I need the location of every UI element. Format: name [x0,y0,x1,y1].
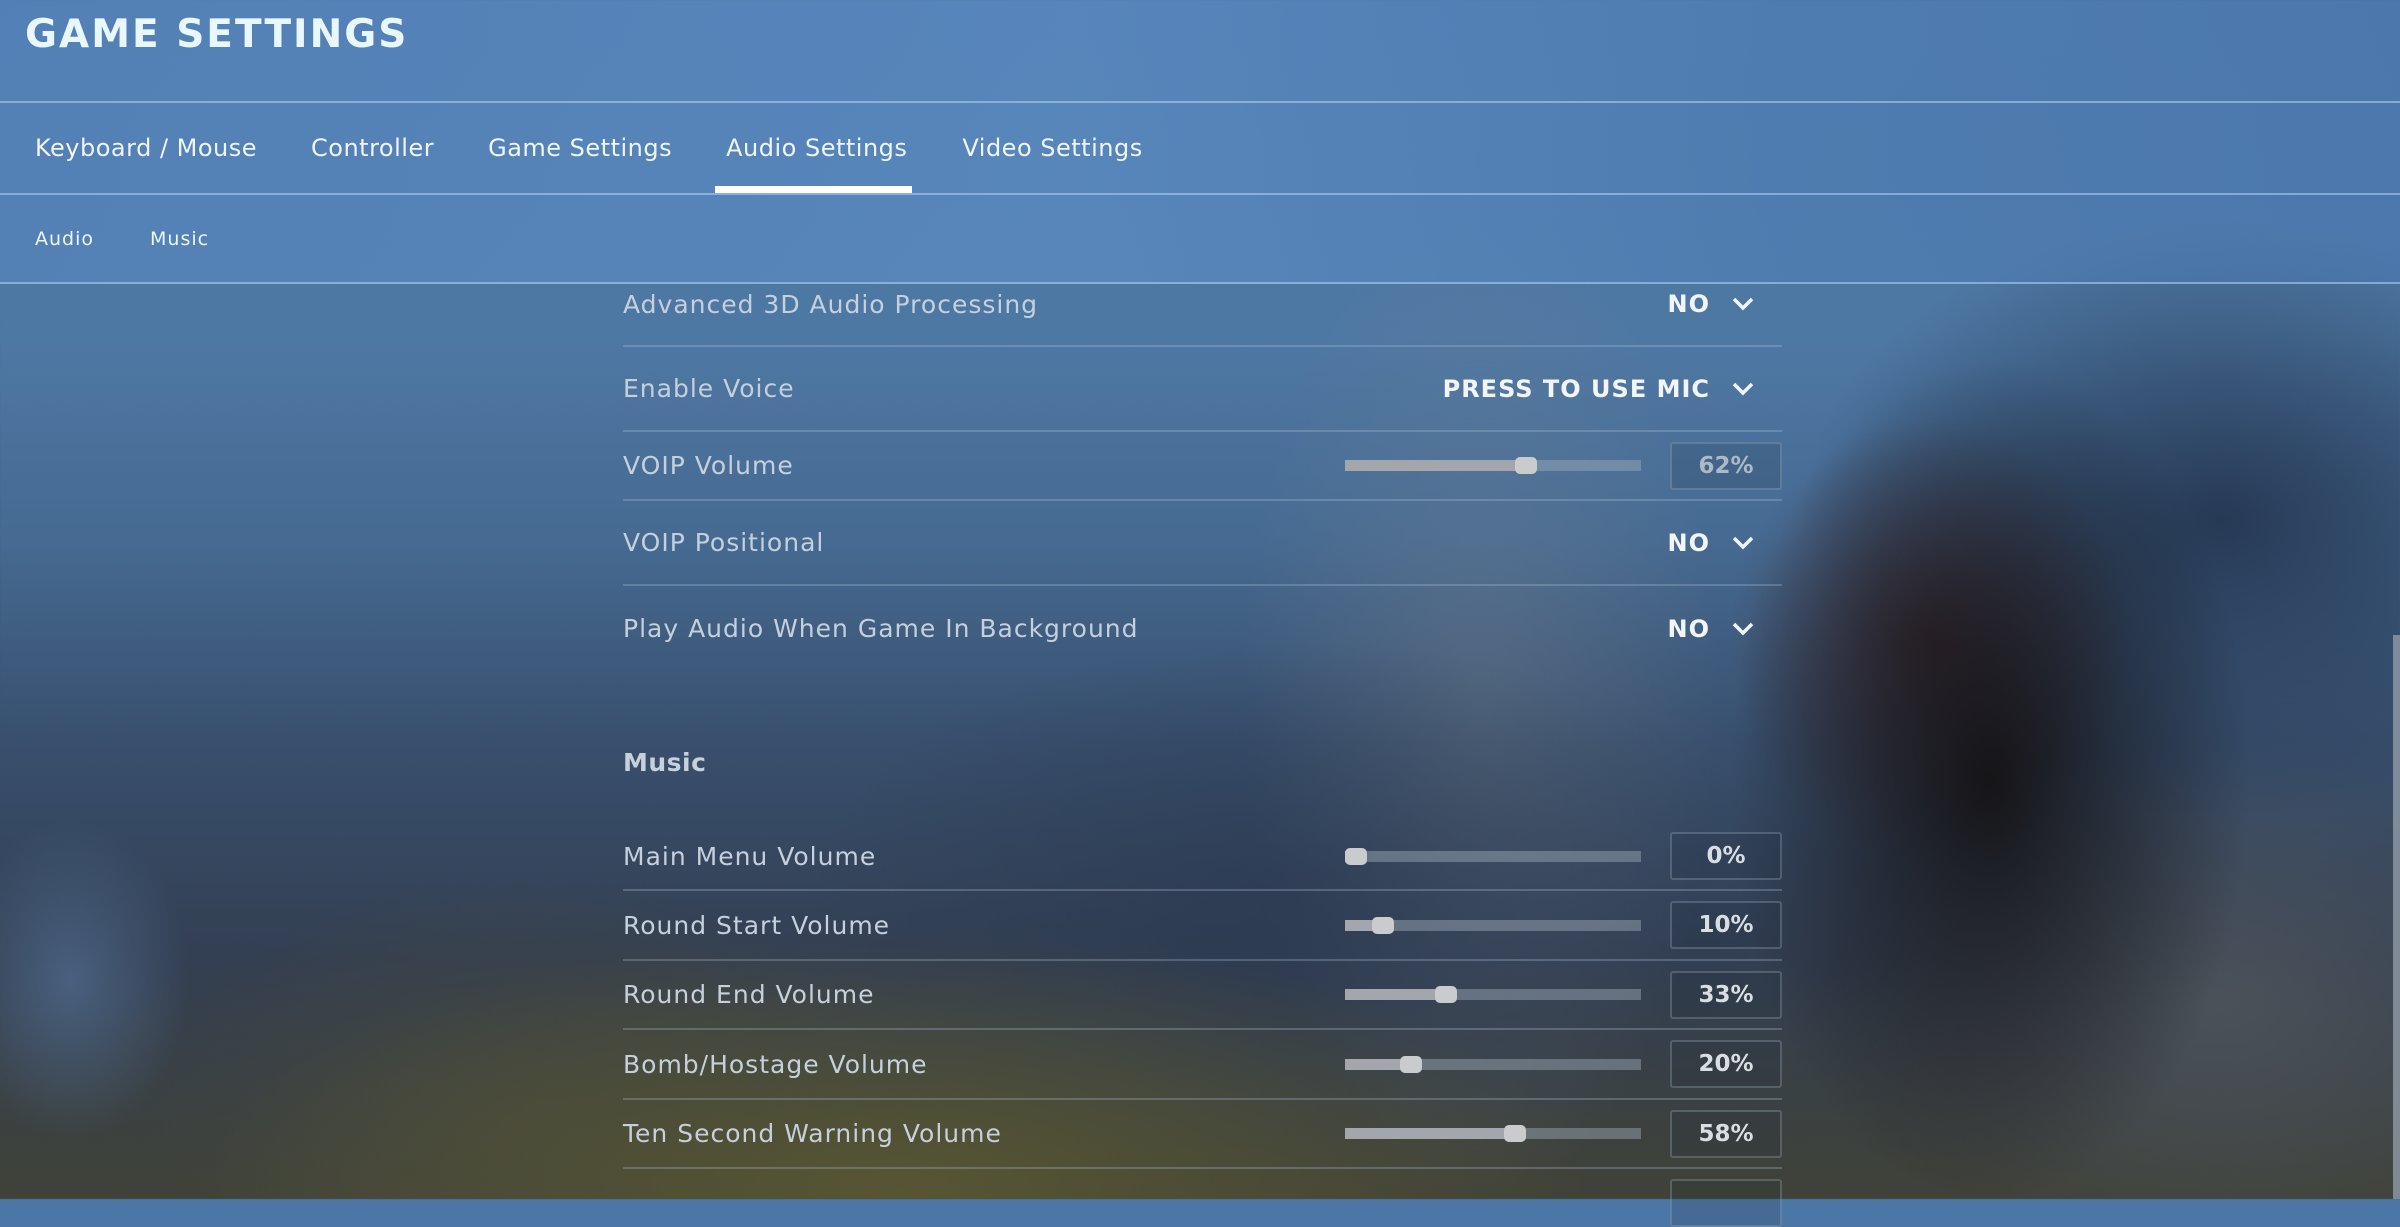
voip-volume-value[interactable]: 62% [1670,441,1782,490]
slider-fill [1345,460,1526,471]
setting-label: Enable Voice [623,374,795,403]
slider-thumb[interactable] [1435,986,1458,1003]
main-menu-volume-value[interactable]: 0% [1670,832,1782,880]
slider-thumb[interactable] [1503,1125,1526,1142]
chevron-down-icon [1732,382,1754,395]
setting-row-round-start-volume: Round Start Volume 10% [623,891,1782,961]
tab-video-settings[interactable]: Video Settings [962,103,1142,193]
setting-label: Advanced 3D Audio Processing [623,290,1039,319]
slider-thumb[interactable] [1345,847,1367,865]
scrollbar-thumb[interactable] [2393,635,2400,1199]
setting-label: VOIP Volume [623,451,794,480]
tab-controller[interactable]: Controller [311,103,434,193]
setting-row-voip-volume: VOIP Volume 62% [623,432,1782,501]
slider-fill [1345,989,1447,1000]
dropdown-value: PRESS TO USE MIC [1442,374,1710,403]
main-tabs: Keyboard / Mouse Controller Game Setting… [0,103,1143,193]
setting-label: Round Start Volume [623,910,891,940]
dropdown-value: NO [1667,528,1710,557]
setting-row-ten-second-warning-volume: Ten Second Warning Volume 58% [623,1100,1782,1169]
setting-row-enable-voice: Enable Voice PRESS TO USE MIC [623,347,1782,432]
partial-row-control [1641,1179,1782,1227]
ten-second-warning-volume-control: 58% [1345,1109,1782,1158]
setting-row-play-audio-background: Play Audio When Game In Background NO [623,586,1782,671]
round-start-volume-slider[interactable] [1345,916,1641,934]
subtab-audio[interactable]: Audio [35,228,94,250]
partial-row-value-box[interactable] [1670,1179,1782,1227]
voip-positional-dropdown[interactable]: NO [1668,529,1755,557]
setting-label: Play Audio When Game In Background [623,614,1139,643]
slider-thumb[interactable] [1514,457,1537,474]
dropdown-value: NO [1667,290,1710,318]
chevron-down-icon [1732,297,1754,311]
round-start-volume-control: 10% [1345,901,1782,949]
voip-volume-control: 62% [1345,441,1782,490]
round-end-volume-value[interactable]: 33% [1670,970,1782,1019]
setting-label: VOIP Positional [623,528,825,557]
voip-volume-slider[interactable] [1345,457,1641,474]
enable-voice-dropdown[interactable]: PRESS TO USE MIC [1443,375,1754,403]
setting-row-voip-positional: VOIP Positional NO [623,501,1782,586]
sub-tabs: Audio Music [0,193,209,284]
main-menu-volume-slider[interactable] [1345,847,1641,865]
tab-audio-settings[interactable]: Audio Settings [715,103,913,193]
ten-second-warning-volume-value[interactable]: 58% [1670,1109,1782,1158]
setting-label: Round End Volume [623,980,875,1009]
tabs-divider [0,193,2400,195]
ten-second-warning-volume-slider[interactable] [1345,1125,1641,1142]
section-title-music: Music [623,748,707,777]
play-audio-background-dropdown[interactable]: NO [1668,615,1755,643]
tab-game-settings[interactable]: Game Settings [488,103,672,193]
slider-thumb[interactable] [1372,916,1395,934]
slider-fill [1345,1128,1515,1139]
slider-thumb[interactable] [1399,1055,1422,1073]
round-end-volume-control: 33% [1345,970,1782,1019]
tab-keyboard-mouse[interactable]: Keyboard / Mouse [35,103,257,193]
settings-list: Advanced 3D Audio Processing NO Enable V… [623,284,1782,1227]
setting-label: Main Menu Volume [623,841,877,871]
setting-row-round-end-volume: Round End Volume 33% [623,961,1782,1030]
chevron-down-icon [1732,536,1754,549]
round-start-volume-value[interactable]: 10% [1670,901,1782,949]
setting-row-bomb-hostage-volume: Bomb/Hostage Volume 20% [623,1030,1782,1100]
chevron-down-icon [1732,622,1754,635]
page-title: GAME SETTINGS [25,12,409,57]
setting-label: Bomb/Hostage Volume [623,1049,928,1079]
main-menu-volume-control: 0% [1345,832,1782,880]
setting-row-advanced-3d-audio: Advanced 3D Audio Processing NO [623,284,1782,347]
music-section-header: Music [623,671,1782,819]
setting-row-main-menu-volume: Main Menu Volume 0% [623,819,1782,891]
setting-row-partial [623,1169,1782,1227]
bomb-hostage-volume-control: 20% [1345,1040,1782,1088]
setting-label: Ten Second Warning Volume [623,1119,1002,1148]
subtab-music[interactable]: Music [150,228,209,250]
round-end-volume-slider[interactable] [1345,986,1641,1003]
advanced-3d-audio-dropdown[interactable]: NO [1668,290,1755,318]
dropdown-value: NO [1667,614,1710,643]
bomb-hostage-volume-slider[interactable] [1345,1055,1641,1073]
bomb-hostage-volume-value[interactable]: 20% [1670,1040,1782,1088]
settings-header: GAME SETTINGS Keyboard / Mouse Controlle… [0,0,2400,284]
